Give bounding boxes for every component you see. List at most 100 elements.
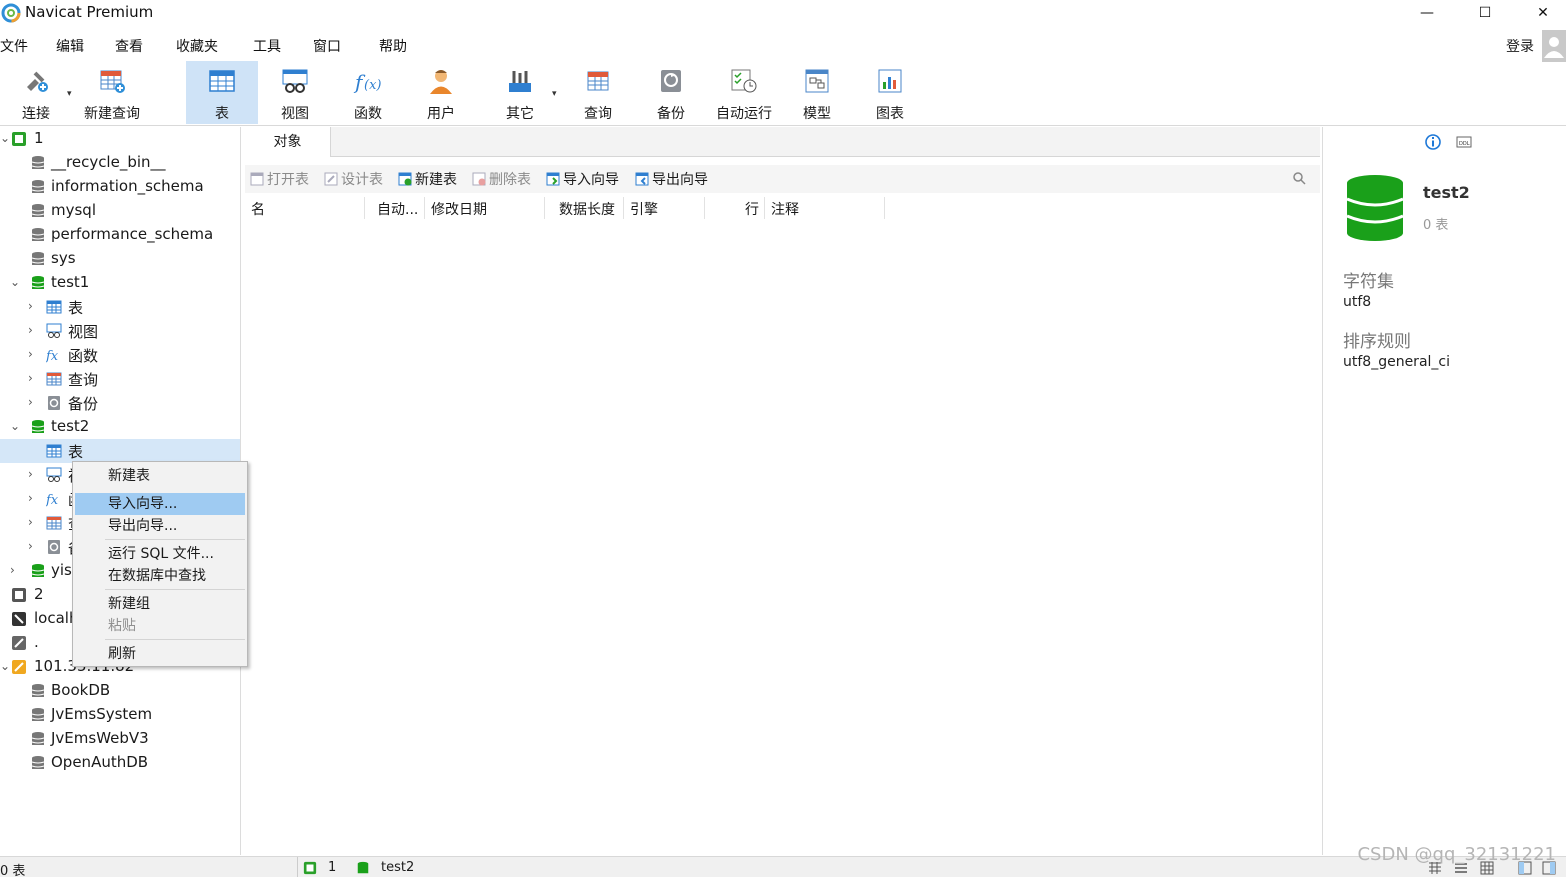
- tree-node-db[interactable]: OpenAuthDB: [0, 751, 240, 775]
- tool-view[interactable]: 视图: [259, 61, 331, 124]
- menu-item-refresh[interactable]: 刷新: [75, 643, 245, 665]
- tree-node-views[interactable]: › 视图: [0, 319, 240, 343]
- new-query-icon: [100, 70, 125, 93]
- export-wizard-button[interactable]: 导出向导: [635, 169, 708, 189]
- login-link[interactable]: 登录: [1506, 36, 1534, 56]
- tree-node-db[interactable]: performance_schema: [0, 223, 240, 247]
- chevron-right-icon[interactable]: ›: [10, 563, 22, 577]
- dropdown-caret-icon[interactable]: ▾: [552, 89, 557, 99]
- menu-item-import-wizard[interactable]: 导入向导...: [75, 493, 245, 515]
- menu-tools[interactable]: 工具: [253, 36, 281, 56]
- chevron-right-icon[interactable]: ›: [28, 347, 40, 361]
- tool-backup[interactable]: 备份: [635, 61, 707, 124]
- col-engine[interactable]: 引擎: [630, 199, 658, 219]
- svg-text:DDL: DDL: [1459, 141, 1470, 147]
- tree-node-queries[interactable]: › 查询: [0, 367, 240, 391]
- column-divider[interactable]: [704, 197, 705, 219]
- tree-node-db-test2[interactable]: ⌄ test2: [0, 415, 240, 439]
- chevron-right-icon[interactable]: ›: [28, 323, 40, 337]
- status-object-count: 0 表: [0, 864, 26, 877]
- menu-item-run-sql-file[interactable]: 运行 SQL 文件...: [75, 543, 245, 565]
- close-icon: ✕: [1537, 5, 1549, 21]
- tool-user[interactable]: 用户: [405, 61, 477, 124]
- menu-window[interactable]: 窗口: [313, 36, 341, 56]
- menu-file[interactable]: 文件: [0, 36, 28, 56]
- info-icon[interactable]: [1424, 133, 1442, 151]
- tree-node-db-test1[interactable]: ⌄ test1: [0, 271, 240, 295]
- chevron-down-icon[interactable]: ⌄: [10, 419, 22, 433]
- menu-item-new-group[interactable]: 新建组: [75, 593, 245, 615]
- tool-new-query[interactable]: 新建查询: [76, 61, 148, 124]
- database-icon: [31, 756, 45, 769]
- tree-node-db[interactable]: JvEmsSystem: [0, 703, 240, 727]
- tree-node-backups[interactable]: › 备份: [0, 391, 240, 415]
- menu-favorites[interactable]: 收藏夹: [176, 36, 218, 56]
- col-auto-increment[interactable]: 自动...: [377, 199, 418, 219]
- tree-node-tables-selected[interactable]: 表: [0, 439, 240, 463]
- minimize-button[interactable]: —: [1398, 0, 1456, 26]
- tree-node-db[interactable]: JvEmsWebV3: [0, 727, 240, 751]
- tool-function[interactable]: f (x) 函数: [332, 61, 404, 124]
- chevron-right-icon[interactable]: ›: [28, 371, 40, 385]
- tool-query[interactable]: 查询: [562, 61, 634, 124]
- column-divider[interactable]: [884, 197, 885, 219]
- tool-table[interactable]: 表: [186, 61, 258, 124]
- ddl-icon[interactable]: DDL: [1456, 134, 1472, 150]
- window-title: Navicat Premium: [25, 3, 154, 21]
- chevron-right-icon[interactable]: ›: [28, 395, 40, 409]
- tree-node-db[interactable]: BookDB: [0, 679, 240, 703]
- open-table-button[interactable]: 打开表: [250, 169, 309, 189]
- mysql-connection-icon: [12, 588, 26, 602]
- col-modified-date[interactable]: 修改日期: [431, 199, 487, 219]
- maximize-button[interactable]: ☐: [1456, 0, 1514, 26]
- close-button[interactable]: ✕: [1514, 0, 1566, 26]
- menu-item-export-wizard[interactable]: 导出向导...: [75, 515, 245, 537]
- info-table-count: 0 表: [1423, 218, 1449, 233]
- search-icon[interactable]: [1292, 171, 1306, 185]
- tool-chart[interactable]: 图表: [854, 61, 926, 124]
- tool-other[interactable]: 其它 ▾: [484, 61, 557, 124]
- menu-edit[interactable]: 编辑: [56, 36, 84, 56]
- menu-help[interactable]: 帮助: [379, 36, 407, 56]
- column-divider[interactable]: [623, 197, 624, 219]
- tool-automation[interactable]: 自动运行: [708, 61, 780, 124]
- chevron-right-icon[interactable]: ›: [28, 491, 40, 505]
- col-comment[interactable]: 注释: [771, 199, 799, 219]
- col-name[interactable]: 名: [251, 199, 265, 219]
- import-wizard-button[interactable]: 导入向导: [546, 169, 619, 189]
- tree-node-db[interactable]: sys: [0, 247, 240, 271]
- menu-separator: [105, 539, 245, 540]
- menu-view[interactable]: 查看: [115, 36, 143, 56]
- column-divider[interactable]: [364, 197, 365, 219]
- chevron-right-icon[interactable]: ›: [28, 467, 40, 481]
- chevron-right-icon[interactable]: ›: [28, 299, 40, 313]
- delete-table-button[interactable]: 删除表: [472, 169, 531, 189]
- tree-node-db[interactable]: __recycle_bin__: [0, 151, 240, 175]
- column-divider[interactable]: [764, 197, 765, 219]
- tab-strip: 对象: [245, 127, 1320, 157]
- design-table-button[interactable]: 设计表: [324, 169, 383, 189]
- svg-text:fx: fx: [46, 493, 59, 507]
- menu-item-paste[interactable]: 粘贴: [75, 615, 245, 637]
- chevron-down-icon[interactable]: ⌄: [10, 275, 22, 289]
- avatar[interactable]: [1542, 30, 1566, 62]
- new-table-button[interactable]: 新建表: [398, 169, 457, 189]
- chevron-right-icon[interactable]: ›: [28, 539, 40, 553]
- backup-icon: [661, 70, 681, 92]
- col-rows[interactable]: 行: [745, 199, 759, 219]
- tree-node-db[interactable]: mysql: [0, 199, 240, 223]
- tool-model[interactable]: 模型: [781, 61, 853, 124]
- tree-node-db[interactable]: information_schema: [0, 175, 240, 199]
- column-divider[interactable]: [424, 197, 425, 219]
- tree-node-connection-1[interactable]: ⌄ 1: [0, 127, 240, 151]
- tree-node-functions[interactable]: › fx 函数: [0, 343, 240, 367]
- dropdown-caret-icon[interactable]: ▾: [67, 89, 72, 99]
- tool-connection[interactable]: 连接 ▾: [0, 61, 72, 124]
- column-divider[interactable]: [544, 197, 545, 219]
- menu-item-find-in-database[interactable]: 在数据库中查找: [75, 565, 245, 587]
- col-data-length[interactable]: 数据长度: [559, 199, 615, 219]
- menu-item-new-table[interactable]: 新建表: [75, 465, 245, 487]
- tab-objects[interactable]: 对象: [245, 127, 331, 157]
- tree-node-tables[interactable]: › 表: [0, 295, 240, 319]
- chevron-right-icon[interactable]: ›: [28, 515, 40, 529]
